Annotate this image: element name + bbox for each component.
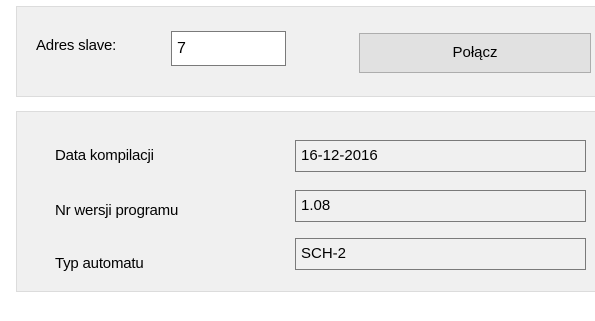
device-type-field: SCH-2	[295, 238, 586, 270]
compile-date-field: 16-12-2016	[295, 140, 586, 172]
device-type-label: Typ automatu	[55, 255, 144, 272]
slave-address-label: Adres slave:	[36, 37, 117, 54]
connect-button[interactable]: Połącz	[359, 33, 591, 73]
slave-address-input[interactable]	[171, 31, 286, 66]
program-version-field: 1.08	[295, 190, 586, 222]
program-version-label: Nr wersji programu	[55, 202, 179, 219]
app-window: Adres slave: Połącz Data kompilacji 16-1…	[0, 0, 595, 321]
compile-date-label: Data kompilacji	[55, 147, 154, 164]
